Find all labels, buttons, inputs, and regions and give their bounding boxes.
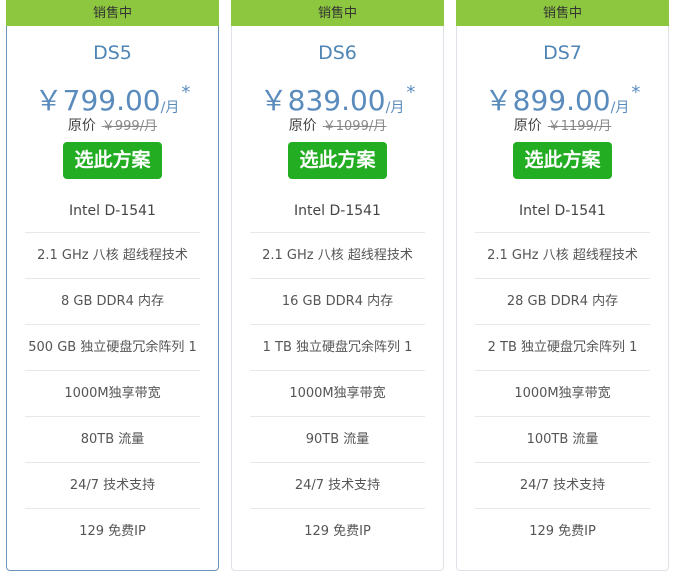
plan-name: DS7: [543, 42, 582, 64]
original-price: 原价 ￥1099/月: [232, 116, 443, 136]
feature-traffic: 90TB 流量: [250, 417, 425, 463]
select-plan-button[interactable]: 选此方案: [513, 142, 612, 179]
feature-storage: 500 GB 独立硬盘冗余阵列 1: [25, 325, 200, 371]
feature-ip: 129 免费IP: [304, 524, 371, 539]
status-badge: 销售中: [456, 0, 669, 26]
feature-ip: 129 免费IP: [529, 524, 596, 539]
feature-bandwidth: 1000M独享带宽: [25, 371, 200, 417]
original-price: 原价 ￥1199/月: [457, 116, 668, 136]
status-badge: 销售中: [231, 0, 444, 26]
price-amount: ￥839.00: [259, 84, 386, 117]
plan-name: DS6: [318, 42, 357, 64]
feature-cpu: Intel D-1541: [250, 191, 425, 233]
feature-traffic: 80TB 流量: [25, 417, 200, 463]
plan-price: ￥799.00/月*: [7, 76, 218, 117]
feature-clock: 2.1 GHz 八核 超线程技术: [475, 233, 650, 279]
feature-bandwidth: 1000M独享带宽: [250, 371, 425, 417]
feature-clock: 2.1 GHz 八核 超线程技术: [25, 233, 200, 279]
feature-traffic: 100TB 流量: [475, 417, 650, 463]
feature-cpu: Intel D-1541: [475, 191, 650, 233]
feature-bandwidth: 1000M独享带宽: [475, 371, 650, 417]
original-price-value: ￥999/月: [101, 119, 158, 134]
feature-memory: 8 GB DDR4 内存: [25, 279, 200, 325]
original-price-value: ￥1199/月: [547, 119, 612, 134]
feature-clock: 2.1 GHz 八核 超线程技术: [250, 233, 425, 279]
original-price: 原价 ￥999/月: [7, 116, 218, 136]
price-footnote-star: *: [181, 82, 191, 103]
plan-price: ￥839.00/月*: [232, 76, 443, 117]
original-price-label: 原价: [288, 118, 317, 134]
plan-price: ￥899.00/月*: [457, 76, 668, 117]
feature-list: Intel D-1541 2.1 GHz 八核 超线程技术 8 GB DDR4 …: [25, 191, 200, 554]
price-footnote-star: *: [406, 82, 416, 103]
price-amount: ￥899.00: [484, 84, 611, 117]
plan-card-ds5[interactable]: 销售中 DS5 ￥799.00/月* 原价 ￥999/月 选此方案 Intel D…: [6, 0, 219, 571]
feature-memory: 28 GB DDR4 内存: [475, 279, 650, 325]
feature-ip: 129 免费IP: [79, 524, 146, 539]
feature-list: Intel D-1541 2.1 GHz 八核 超线程技术 28 GB DDR4…: [475, 191, 650, 554]
original-price-label: 原价: [67, 118, 96, 134]
price-amount: ￥799.00: [34, 84, 161, 117]
feature-storage: 1 TB 独立硬盘冗余阵列 1: [250, 325, 425, 371]
price-unit: /月: [385, 100, 405, 116]
status-badge: 销售中: [6, 0, 219, 26]
feature-support: 24/7 技术支持: [25, 463, 200, 509]
select-plan-button[interactable]: 选此方案: [63, 142, 162, 179]
feature-list: Intel D-1541 2.1 GHz 八核 超线程技术 16 GB DDR4…: [250, 191, 425, 554]
feature-storage: 2 TB 独立硬盘冗余阵列 1: [475, 325, 650, 371]
price-unit: /月: [610, 100, 630, 116]
feature-support: 24/7 技术支持: [250, 463, 425, 509]
original-price-value: ￥1099/月: [322, 119, 387, 134]
select-plan-button[interactable]: 选此方案: [288, 142, 387, 179]
pricing-table: 销售中 DS5 ￥799.00/月* 原价 ￥999/月 选此方案 Intel D…: [0, 0, 676, 576]
original-price-label: 原价: [513, 118, 542, 134]
feature-support: 24/7 技术支持: [475, 463, 650, 509]
feature-memory: 16 GB DDR4 内存: [250, 279, 425, 325]
price-footnote-star: *: [631, 82, 641, 103]
feature-cpu: Intel D-1541: [25, 191, 200, 233]
plan-name: DS5: [93, 42, 132, 64]
price-unit: /月: [160, 100, 180, 116]
plan-card-ds7[interactable]: 销售中 DS7 ￥899.00/月* 原价 ￥1199/月 选此方案 Intel …: [456, 0, 669, 571]
plan-card-ds6[interactable]: 销售中 DS6 ￥839.00/月* 原价 ￥1099/月 选此方案 Intel …: [231, 0, 444, 571]
